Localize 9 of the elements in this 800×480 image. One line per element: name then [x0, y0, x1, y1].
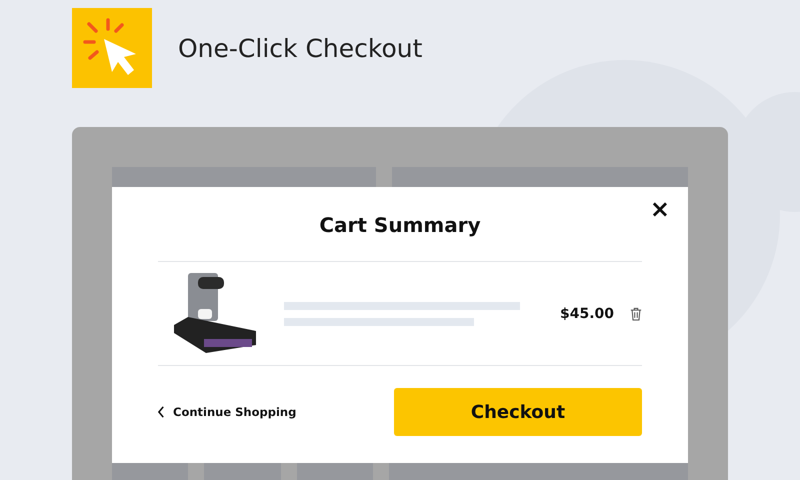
trash-icon[interactable]	[630, 306, 642, 320]
page-title: One-Click Checkout	[178, 34, 422, 62]
continue-shopping-link[interactable]: Continue Shopping	[158, 405, 296, 419]
close-button[interactable]: ×	[646, 197, 674, 221]
cursor-click-icon	[72, 8, 152, 88]
checkout-button[interactable]: Checkout	[394, 388, 642, 436]
item-price: $45.00	[560, 306, 614, 322]
chevron-left-icon	[158, 406, 165, 418]
modal-title: Cart Summary	[158, 187, 642, 262]
